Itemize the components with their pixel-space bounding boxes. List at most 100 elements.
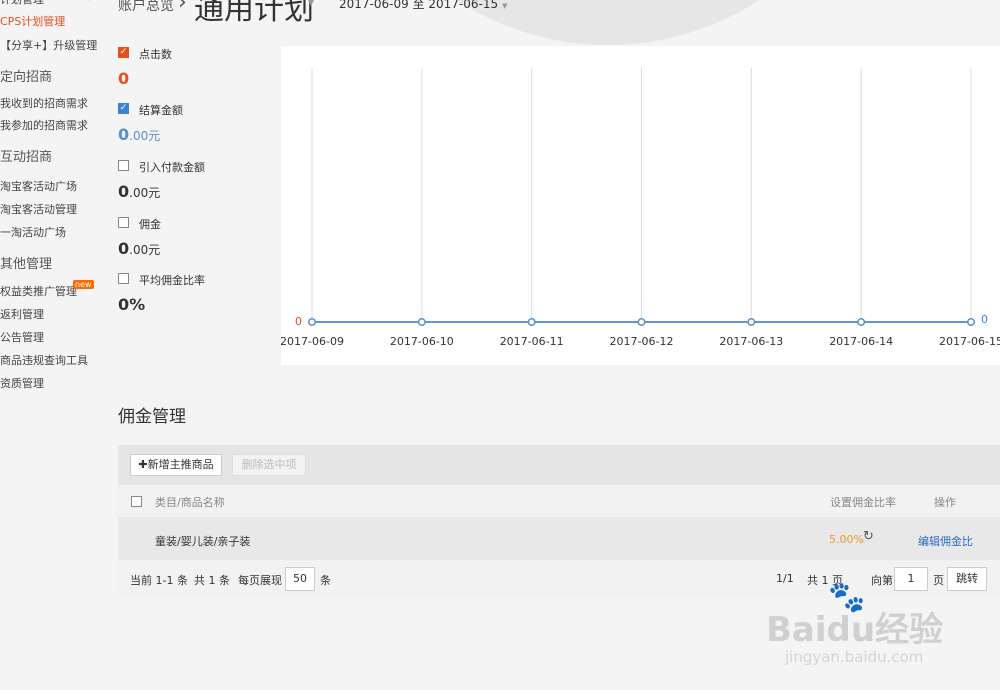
- data-point: [747, 318, 756, 326]
- trend-chart: 2017-06-09 2017-06-10 2017-06-11 2017-06-12…: [281, 46, 1000, 365]
- metric-checkbox[interactable]: [118, 160, 129, 171]
- x-tick-label: 2017-06-13: [719, 335, 783, 348]
- metric-checkbox[interactable]: [118, 217, 129, 228]
- sidebar-item[interactable]: CPS计划管理: [0, 14, 65, 30]
- data-point: [527, 318, 536, 326]
- sidebar-item[interactable]: 资质管理: [0, 376, 44, 392]
- sidebar-item[interactable]: 【分享+】升级管理: [0, 38, 97, 54]
- x-tick-label: 2017-06-15: [939, 335, 1000, 348]
- table-row: 童装/婴儿装/亲子装 5.00% ↻ 编辑佣金比: [118, 517, 1000, 560]
- metric-number: 0: [118, 69, 130, 88]
- metric-value: 0: [118, 69, 129, 88]
- metric-number: 0: [118, 182, 130, 201]
- pagination: 当前 1-1 条 共 1 条 每页展现 50 条 1/1 共 1 页 向第 1 …: [118, 560, 1000, 598]
- caret-down-icon: ▼: [501, 2, 508, 10]
- sidebar-item-label: 我参加的招商需求: [0, 119, 88, 132]
- sidebar-item[interactable]: 淘宝客活动管理: [0, 202, 77, 218]
- data-point: [308, 318, 316, 326]
- sidebar-item-label: 计划管理: [0, 0, 44, 6]
- sidebar-item-label: 一淘活动广场: [0, 226, 66, 239]
- sidebar-item[interactable]: 公告管理: [0, 330, 44, 346]
- metric-label: 结算金额: [139, 104, 183, 117]
- metric-label: 平均佣金比率: [139, 274, 205, 287]
- pager-total: 共 1 条: [194, 574, 230, 587]
- table-header: 类目/商品名称 设置佣金比率 操作: [118, 485, 1000, 517]
- metric-value: 0.00元: [118, 182, 160, 201]
- pager-page-info: 1/1: [776, 572, 794, 585]
- x-tick-label: 2017-06-09: [281, 335, 344, 348]
- per-page-select[interactable]: 50: [285, 567, 315, 591]
- sidebar-item[interactable]: 商品违规查询工具: [0, 353, 88, 369]
- date-range-text: 2017-06-09 至 2017-06-15: [339, 0, 499, 11]
- sidebar-item[interactable]: 权益类推广管理 new: [0, 280, 94, 300]
- caret-down-icon[interactable]: ▼: [308, 0, 314, 7]
- pager-per-page-label: 每页展现: [238, 574, 282, 587]
- metric-number: 0: [118, 239, 130, 258]
- column-header-name: 类目/商品名称: [155, 496, 225, 509]
- sidebar-item-label: 淘宝客活动管理: [0, 203, 77, 216]
- metric-unit: .00元: [129, 186, 161, 200]
- goto-page-input[interactable]: 1: [894, 567, 928, 591]
- data-point: [967, 318, 975, 326]
- sidebar-item-label: 返利管理: [0, 308, 44, 321]
- data-point: [417, 318, 426, 326]
- pager-current: 当前 1-1 条: [130, 574, 188, 587]
- add-featured-product-button[interactable]: ✚新增主推商品: [130, 454, 222, 476]
- breadcrumb-separator: ›: [178, 0, 187, 15]
- sidebar-item[interactable]: 淘宝客活动广场: [0, 179, 77, 195]
- category-name: 童装/婴儿装/亲子装: [155, 535, 251, 548]
- data-point: [637, 318, 646, 326]
- jump-button[interactable]: 跳转: [947, 567, 987, 591]
- sidebar-item[interactable]: 一淘活动广场: [0, 225, 66, 241]
- metric-checkbox[interactable]: ✓: [118, 103, 129, 114]
- sidebar-item[interactable]: 我参加的招商需求: [0, 118, 88, 134]
- search-icon[interactable]: ⌕: [89, 0, 95, 6]
- metric-checkbox[interactable]: ✓: [118, 47, 129, 58]
- sidebar-item-label: 权益类推广管理: [0, 285, 77, 298]
- edit-rate-link[interactable]: 编辑佣金比: [918, 533, 973, 549]
- sidebar-item-label: 定向招商: [0, 70, 53, 85]
- watermark-url: jingyan.baidu.com: [785, 648, 924, 666]
- metric-label: 佣金: [139, 218, 161, 231]
- sidebar-item-label: 互动招商: [0, 150, 53, 165]
- sidebar-item-label: CPS计划管理: [0, 15, 66, 28]
- metric-label: 引入付款金额: [139, 161, 205, 174]
- sidebar-item[interactable]: 我收到的招商需求: [0, 96, 88, 112]
- left-axis-label: 0: [295, 315, 302, 328]
- commission-table: ✚新增主推商品 删除选中项 类目/商品名称 设置佣金比率 操作 童装/婴儿装/亲…: [118, 445, 1000, 598]
- section-title: 佣金管理: [118, 407, 186, 427]
- sidebar-section-head: 互动招商: [0, 150, 52, 166]
- breadcrumb[interactable]: 账户总览: [118, 0, 174, 15]
- delete-selected-button[interactable]: 删除选中项: [232, 454, 306, 476]
- metric-unit: .00元: [129, 129, 161, 143]
- metric-value: 0.00元: [118, 239, 160, 258]
- pager-goto-label: 向第: [871, 574, 893, 587]
- rate-history-icon[interactable]: ↻: [863, 529, 874, 544]
- metric-number: 0%: [118, 295, 146, 314]
- sidebar-item-label: 我收到的招商需求: [0, 97, 88, 110]
- select-all-checkbox[interactable]: [131, 496, 142, 507]
- column-header-op: 操作: [934, 496, 956, 509]
- x-tick-label: 2017-06-12: [610, 335, 674, 348]
- table-toolbar: ✚新增主推商品 删除选中项: [118, 445, 1000, 485]
- trend-chart-svg: 2017-06-09 2017-06-10 2017-06-11 2017-06-12…: [281, 68, 1000, 348]
- date-range-picker[interactable]: 2017-06-09 至 2017-06-15 ▼: [339, 0, 507, 12]
- metric-value: 0.00元: [118, 125, 160, 144]
- sidebar-item-label: 【分享+】升级管理: [0, 39, 98, 52]
- commission-rate: 5.00%: [829, 533, 864, 546]
- sidebar-item[interactable]: 返利管理: [0, 307, 44, 323]
- sidebar-section-head: 其他管理: [0, 257, 52, 273]
- data-point: [857, 318, 866, 326]
- metric-checkbox[interactable]: [118, 273, 129, 284]
- page-title[interactable]: 通用计划: [194, 0, 314, 28]
- sidebar-item[interactable]: 计划管理 ⌕: [0, 0, 95, 8]
- pager-goto-unit: 页: [933, 574, 944, 587]
- sidebar-item-label: 商品违规查询工具: [0, 354, 88, 367]
- metric-unit: .00元: [129, 243, 161, 257]
- metric-value: 0%: [118, 295, 145, 314]
- sidebar-item-label: 其他管理: [0, 257, 53, 272]
- pager-per-page-unit: 条: [320, 574, 331, 587]
- metric-label: 点击数: [139, 48, 172, 61]
- sidebar-item-label: 淘宝客活动广场: [0, 180, 77, 193]
- x-tick-label: 2017-06-10: [390, 335, 454, 348]
